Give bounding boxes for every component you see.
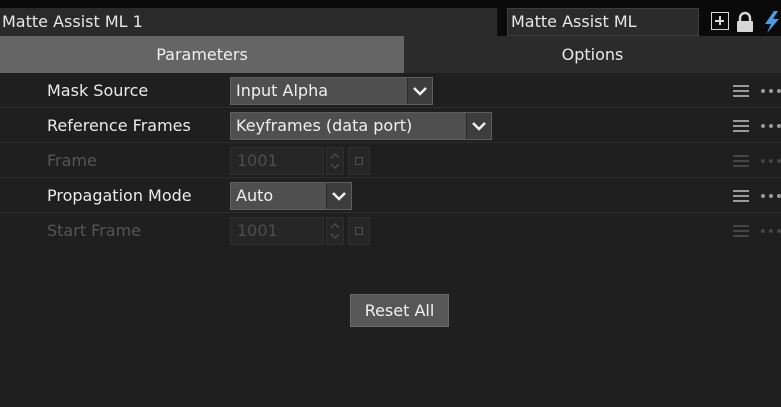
stepper-arrows-icon [326, 147, 344, 175]
spinbox-value: 1001 [237, 221, 278, 240]
hamburger-menu-icon[interactable] [733, 84, 749, 98]
param-label: Frame [47, 151, 97, 170]
param-label: Propagation Mode [47, 186, 192, 205]
param-row-propagation-mode: Propagation Mode Auto [0, 178, 781, 213]
hamburger-menu-icon [733, 154, 749, 168]
more-options-icon[interactable] [761, 194, 781, 198]
tab-parameters[interactable]: Parameters [0, 36, 404, 73]
hamburger-menu-icon[interactable] [733, 189, 749, 203]
chevron-down-icon[interactable] [326, 183, 351, 209]
param-row-start-frame: Start Frame 1001 [0, 213, 781, 248]
more-options-icon [761, 229, 781, 233]
hamburger-menu-icon [733, 224, 749, 238]
title-bar: Matte Assist ML 1 Matte Assist ML [0, 0, 781, 36]
row-menu [733, 154, 781, 168]
param-label: Mask Source [47, 81, 149, 100]
lock-icon[interactable] [735, 11, 755, 33]
propagation-mode-dropdown[interactable]: Auto [230, 182, 352, 210]
stepper-arrows-icon [326, 217, 344, 245]
row-menu [733, 84, 781, 98]
more-options-icon [761, 159, 781, 163]
dropdown-value: Input Alpha [236, 81, 329, 100]
chevron-down-icon[interactable] [466, 113, 491, 139]
dropdown-value: Auto [236, 186, 274, 205]
param-label: Start Frame [47, 221, 142, 240]
chevron-down-icon[interactable] [407, 78, 432, 104]
row-menu [733, 189, 781, 203]
reference-frames-dropdown[interactable]: Keyframes (data port) [230, 112, 492, 140]
param-row-frame: Frame 1001 [0, 143, 781, 178]
tab-bar: Parameters Options [0, 36, 781, 73]
row-menu [733, 224, 781, 238]
keyframe-icon [348, 147, 370, 175]
mask-source-dropdown[interactable]: Input Alpha [230, 77, 433, 105]
lightning-bolt-icon[interactable] [761, 11, 781, 33]
dropdown-value: Keyframes (data port) [236, 116, 413, 135]
more-options-icon[interactable] [761, 124, 781, 128]
spinbox-value: 1001 [237, 151, 278, 170]
frame-input: 1001 [230, 147, 324, 175]
tab-options[interactable]: Options [404, 36, 781, 73]
start-frame-input: 1001 [230, 217, 324, 245]
row-menu [733, 119, 781, 133]
more-options-icon[interactable] [761, 89, 781, 93]
param-row-reference-frames: Reference Frames Keyframes (data port) [0, 108, 781, 143]
node-editor-panel: Matte Assist ML 1 Matte Assist ML Parame… [0, 0, 781, 407]
plus-box-icon[interactable] [711, 12, 729, 30]
hamburger-menu-icon[interactable] [733, 119, 749, 133]
param-row-mask-source: Mask Source Input Alpha [0, 73, 781, 108]
node-type-label: Matte Assist ML [507, 8, 699, 36]
start-frame-spinbox: 1001 [230, 217, 372, 245]
keyframe-icon [348, 217, 370, 245]
frame-spinbox: 1001 [230, 147, 372, 175]
node-name-field[interactable]: Matte Assist ML 1 [0, 8, 498, 36]
param-label: Reference Frames [47, 116, 191, 135]
reset-all-button[interactable]: Reset All [350, 294, 449, 327]
